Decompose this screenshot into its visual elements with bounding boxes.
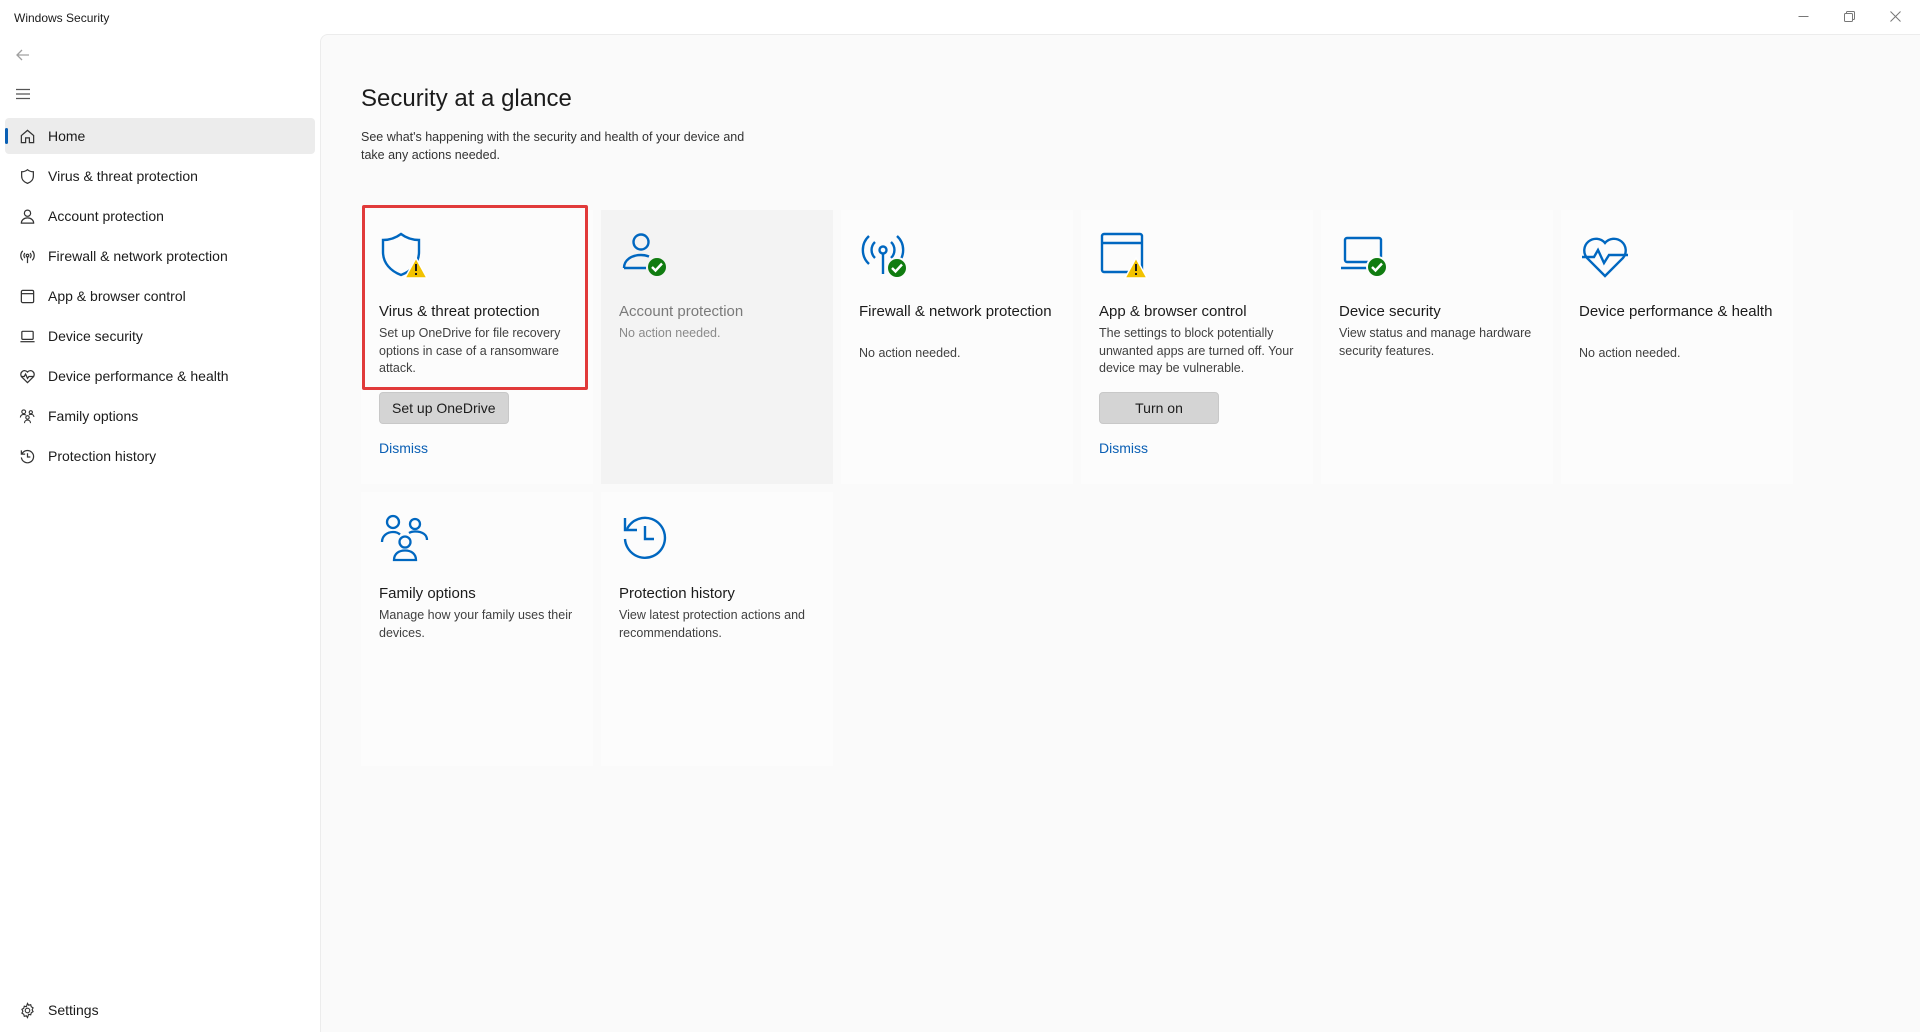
sidebar-item-device-security[interactable]: Device security [5,318,315,354]
heart-pulse-icon [17,366,37,386]
maximize-icon[interactable] [1826,0,1872,32]
back-arrow-icon [16,49,29,61]
card-description: Set up OneDrive for file recovery option… [379,326,561,375]
back-button[interactable] [9,41,37,69]
sidebar-item-firewall-network-protection[interactable]: Firewall & network protection [5,238,315,274]
home-icon [17,126,37,146]
antenna-icon [17,246,37,266]
card-virus-threat-protection[interactable]: Virus & threat protection Set up OneDriv… [361,210,593,484]
card-family-options[interactable]: Family options Manage how your family us… [361,492,593,766]
sidebar-item-home[interactable]: Home [5,118,315,154]
settings-label: Settings [48,1002,99,1018]
card-account-protection[interactable]: Account protection No action needed. [601,210,833,484]
card-description: View latest protection actions and recom… [619,608,805,640]
dismiss-link[interactable]: Dismiss [379,440,428,456]
app-window-icon [17,286,37,306]
minimize-icon[interactable] [1780,0,1826,32]
laptop-check-icon [1339,230,1391,282]
shield-icon [17,166,37,186]
app-window-warning-icon [1099,230,1151,282]
title-bar: Windows Security [0,0,1920,34]
sidebar: Home Virus & threat protection Account p… [0,34,320,1032]
window-title: Windows Security [14,11,110,25]
sidebar-item-label: Account protection [48,208,164,224]
card-firewall-network-protection[interactable]: Firewall & network protection No action … [841,210,1073,484]
person-icon [17,206,37,226]
hamburger-menu-button[interactable] [9,80,37,108]
sidebar-item-label: App & browser control [48,288,186,304]
setup-onedrive-button[interactable]: Set up OneDrive [379,392,509,424]
sidebar-item-account-protection[interactable]: Account protection [5,198,315,234]
shield-warning-icon [379,230,431,282]
sidebar-item-label: Device security [48,328,143,344]
sidebar-item-label: Family options [48,408,139,424]
card-title: App & browser control [1099,303,1247,320]
card-description: No action needed. [859,346,961,360]
card-device-performance-health[interactable]: Device performance & health No action ne… [1561,210,1793,484]
hamburger-icon [16,88,30,100]
heart-pulse-icon [1579,230,1631,282]
sidebar-item-virus-threat-protection[interactable]: Virus & threat protection [5,158,315,194]
sidebar-item-label: Firewall & network protection [48,248,228,264]
sidebar-item-device-performance-health[interactable]: Device performance & health [5,358,315,394]
card-protection-history[interactable]: Protection history View latest protectio… [601,492,833,766]
card-title: Device performance & health [1579,303,1773,320]
card-description: No action needed. [1579,346,1681,360]
antenna-check-icon [859,230,911,282]
family-icon [17,406,37,426]
page-subtitle: See what's happening with the security a… [361,130,745,162]
main-panel: Security at a glance See what's happenin… [320,34,1920,1032]
navigation-list: Home Virus & threat protection Account p… [5,118,315,478]
card-description: View status and manage hardware security… [1339,326,1532,358]
card-title: Family options [379,585,476,602]
dismiss-link[interactable]: Dismiss [1099,440,1148,456]
card-title: Account protection [619,303,744,320]
page-title: Security at a glance [361,85,572,112]
card-title: Virus & threat protection [379,303,540,320]
history-icon [17,446,37,466]
sidebar-item-label: Home [48,128,86,144]
card-description: Manage how your family uses their device… [379,608,573,640]
sidebar-item-family-options[interactable]: Family options [5,398,315,434]
card-app-browser-control[interactable]: App & browser control The settings to bl… [1081,210,1313,484]
card-description: No action needed. [619,326,721,340]
person-check-icon [619,230,671,282]
laptop-icon [17,326,37,346]
card-title: Protection history [619,585,735,602]
card-title: Firewall & network protection [859,303,1052,320]
close-icon[interactable] [1872,0,1918,32]
sidebar-item-label: Device performance & health [48,368,229,384]
card-description: The settings to block potentially unwant… [1099,326,1294,375]
sidebar-item-protection-history[interactable]: Protection history [5,438,315,474]
family-icon [379,512,431,564]
sidebar-item-settings[interactable]: Settings [5,992,315,1028]
sidebar-item-label: Protection history [48,448,157,464]
card-title: Device security [1339,303,1441,320]
history-icon [619,512,671,564]
gear-icon [17,1000,37,1020]
sidebar-item-label: Virus & threat protection [48,168,198,184]
turn-on-button[interactable]: Turn on [1099,392,1219,424]
sidebar-item-app-browser-control[interactable]: App & browser control [5,278,315,314]
card-device-security[interactable]: Device security View status and manage h… [1321,210,1553,484]
